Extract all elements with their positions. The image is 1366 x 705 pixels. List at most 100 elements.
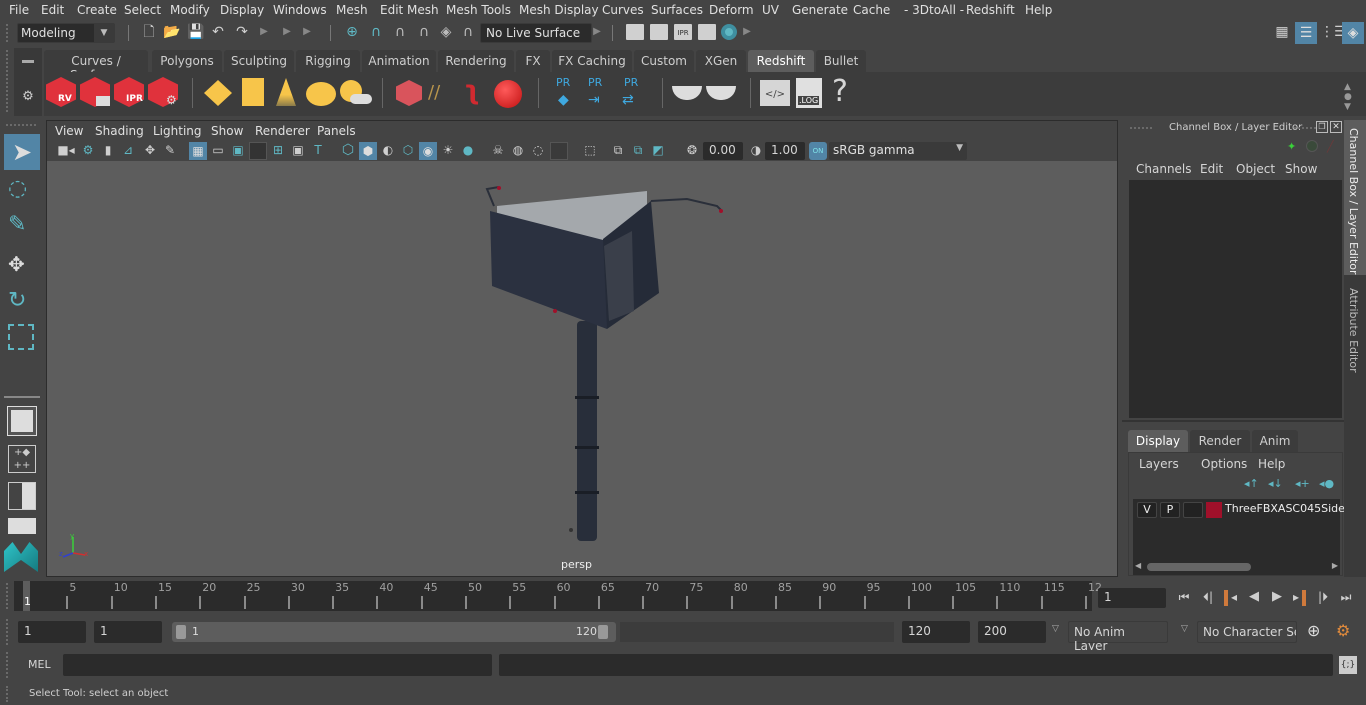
render-view-icon[interactable] [626,24,644,40]
anim-layer-chevron-icon[interactable]: ▽ [1052,624,1059,634]
snap-curve-icon[interactable]: ∩ [366,23,386,41]
move-layer-down-icon[interactable]: ◂↓ [1268,477,1283,490]
create-layer-from-selected-icon[interactable]: ◂● [1319,477,1334,490]
range-slider-start-handle[interactable] [176,625,186,639]
wireframe-on-shaded-icon[interactable]: ⬡ [399,141,417,159]
step-back-key-icon[interactable]: ⏴| [1199,588,1217,606]
redshift-ies-light-icon[interactable] [276,78,296,106]
step-forward-frame-icon[interactable]: ▸ [1290,588,1302,606]
layer-menu-layers[interactable]: Layers [1139,457,1179,471]
vp-menu-view[interactable]: View [55,124,83,138]
safe-title-icon[interactable]: T [309,141,327,159]
paint-select-icon[interactable]: ✎ [8,212,26,237]
scale-tool-icon[interactable] [8,324,34,350]
shelf-tab-bullet[interactable]: Bullet [816,50,866,72]
redshift-area-light-icon[interactable] [204,80,232,106]
menu-help[interactable]: Help [1025,3,1052,17]
menu-cache[interactable]: Cache [853,3,890,17]
snap-live-icon[interactable]: ∩ [460,23,476,41]
menu-select[interactable]: Select [124,3,161,17]
move-layer-up-icon[interactable]: ◂↑ [1244,477,1259,490]
animation-end-field[interactable]: 200 [978,621,1046,643]
scrollbar-thumb[interactable] [1147,563,1251,571]
layer-hscrollbar[interactable]: ◀ ▶ [1133,561,1340,573]
script-editor-icon[interactable]: {;} [1339,656,1357,674]
collapse-arrow-icon[interactable]: ▶ [592,23,602,41]
channel-box-icon[interactable]: ◈ [1342,22,1364,44]
snap-grid-icon[interactable]: ⊕ [342,23,362,41]
menu-generate[interactable]: Generate [792,3,848,17]
menu-file[interactable]: File [9,3,29,17]
shelf-tab-animation[interactable]: Animation [362,50,436,72]
proxy-import-icon[interactable]: PR [588,76,602,89]
auto-key-icon[interactable]: ⊕ [1307,621,1320,640]
redshift-dome-light-icon[interactable] [306,82,336,106]
command-input[interactable] [63,654,492,676]
select-tool-button[interactable]: ➤ [4,134,40,170]
cb-menu-show[interactable]: Show [1285,162,1317,176]
redshift-hair-icon[interactable]: // [428,82,440,103]
ambient-occlusion-icon[interactable]: ☠ [489,141,507,159]
layer-menu-options[interactable]: Options [1201,457,1247,471]
exposure-field[interactable]: 0.00 [703,142,743,160]
anti-aliasing-icon[interactable]: ◌ [529,141,547,159]
viewport-canvas[interactable] [47,161,1117,576]
field-chart-icon[interactable]: ⊞ [269,141,287,159]
move-tool-icon[interactable]: ✥ [8,252,25,276]
color-space-dropdown[interactable]: sRGB gamma ▼ [829,142,967,160]
shelf-tab-custom[interactable]: Custom [634,50,694,72]
character-set-chevron-icon[interactable]: ▽ [1181,624,1188,634]
menu-surfaces[interactable]: Surfaces [651,3,703,17]
layer-tab-anim[interactable]: Anim [1252,430,1298,452]
script-editor-icon[interactable]: </> [760,80,790,106]
redshift-proxy-icon[interactable] [396,80,422,106]
color-management-toggle[interactable]: ON [809,142,827,160]
bake-icon[interactable] [706,86,736,100]
statusline-grip[interactable] [6,24,10,42]
gear-icon[interactable]: ⚙ [18,88,38,106]
motion-blur-icon[interactable]: ◍ [509,141,527,159]
grease-pencil-icon[interactable]: ✎ [161,141,179,159]
outliner-persp-layout-icon[interactable] [8,482,36,510]
hypershade-icon[interactable] [721,24,737,40]
resolution-gate-icon[interactable]: ▣ [229,141,247,159]
undo-icon[interactable]: ↶ [209,23,227,41]
float-panel-icon[interactable]: ❐ [1316,121,1328,133]
side-tab-attribute-editor[interactable]: Attribute Editor [1344,280,1366,380]
animation-preferences-icon[interactable]: ⚙ [1336,621,1350,640]
new-scene-icon[interactable]: 🗋 [141,23,157,41]
open-scene-icon[interactable]: 📂 [163,23,181,41]
snap-projected-center-icon[interactable]: ◈ [436,23,456,41]
four-view-layout-icon[interactable]: +◆ ++ [8,445,36,473]
textured-icon[interactable]: ◉ [419,142,437,160]
tool-settings-icon[interactable]: ⋮☰ [1320,23,1347,41]
exposure-icon[interactable]: ❂ [683,141,701,159]
bake-sets-icon[interactable] [672,86,702,100]
menu-redshift[interactable]: Redshift [966,3,1015,17]
anim-layer-dropdown[interactable]: No Anim Layer [1068,621,1168,653]
shelf-tab-fx-caching[interactable]: FX Caching [552,50,632,72]
gamma-icon[interactable]: ◑ [749,141,763,159]
lasso-select-icon[interactable]: ◌ [8,176,27,201]
xray-components-icon[interactable]: ◩ [649,141,667,159]
shelf-tab-sculpting[interactable]: Sculpting [224,50,294,72]
menu-uv[interactable]: UV [762,3,779,17]
shadows-icon[interactable]: ● [459,141,477,159]
snap-point-icon[interactable]: ∩ [390,23,410,41]
menu-modify[interactable]: Modify [170,3,210,17]
menu-deform[interactable]: Deform [709,3,754,17]
single-view-layout-icon[interactable] [7,406,37,436]
go-to-end-icon[interactable]: ⏭ [1337,588,1355,606]
gate-mask-icon[interactable] [249,142,267,160]
manipulator-icon[interactable]: ✦ [1287,140,1296,153]
playback-end-field[interactable]: 120 [902,621,970,643]
save-scene-icon[interactable]: 💾 [187,23,204,41]
layer-tab-display[interactable]: Display [1128,430,1188,452]
menu-edit-mesh[interactable]: Edit Mesh [380,3,439,17]
live-surface-field[interactable]: No Live Surface [480,23,592,43]
play-forward-icon[interactable]: ▶ [1268,588,1286,606]
gamma-field[interactable]: 1.00 [765,142,805,160]
vp-menu-panels[interactable]: Panels [317,124,356,138]
shelf-tab-polygons[interactable]: Polygons [152,50,222,72]
layer-row[interactable]: V P ThreeFBXASC045Sided [1133,499,1352,521]
